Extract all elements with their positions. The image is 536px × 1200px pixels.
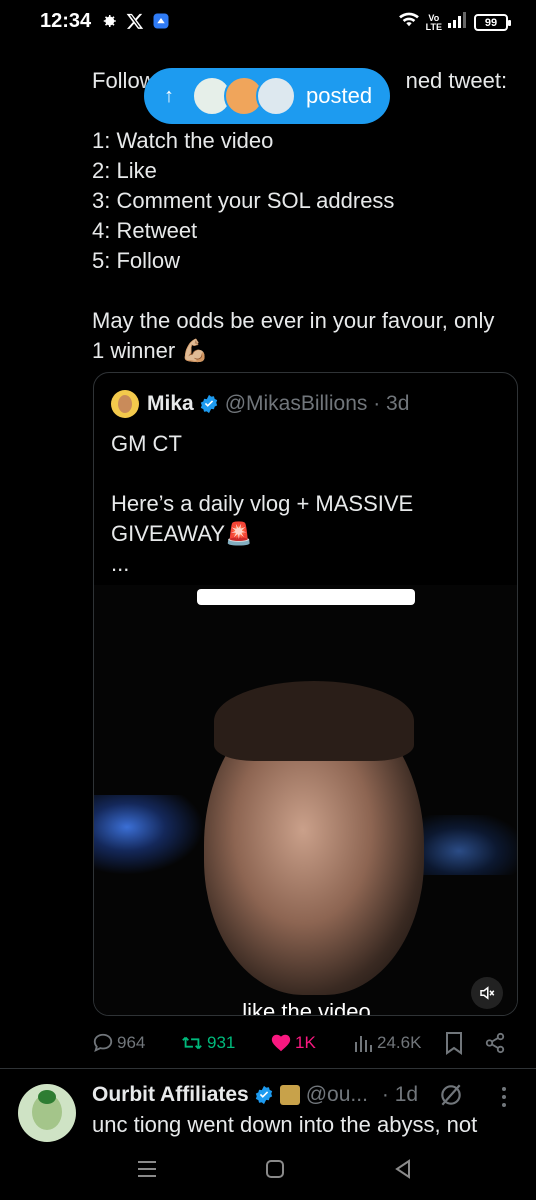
more-icon[interactable] <box>500 1086 508 1113</box>
affiliate-badge-icon <box>279 1085 300 1105</box>
retweet-button[interactable]: 931 <box>180 1028 235 1058</box>
system-navbar <box>0 1144 536 1200</box>
quoted-tweet-header: Mika @MikasBillions · 3d <box>111 389 409 419</box>
video-frame-hair <box>214 681 414 761</box>
avatar <box>256 76 296 116</box>
like-count: 1K <box>295 1033 316 1052</box>
battery-icon: 99 <box>474 14 511 31</box>
avatar[interactable] <box>18 1084 76 1142</box>
tweet-actions: 964 931 1K 24.6K <box>92 1028 512 1058</box>
divider <box>0 1068 536 1069</box>
verified-icon <box>254 1085 274 1105</box>
share-icon <box>485 1032 505 1054</box>
tweet-line: 1: Watch the video <box>92 128 274 153</box>
like-button[interactable]: 1K <box>270 1028 316 1058</box>
mute-button[interactable] <box>471 977 503 1009</box>
status-icons-right: Vo LTE 99 <box>398 11 511 34</box>
posted-avatars <box>192 76 296 116</box>
quoted-line: GM CT <box>111 431 182 456</box>
verified-icon <box>199 394 219 414</box>
video-player[interactable]: like the video <box>94 585 517 1016</box>
author-handle: @ou... <box>305 1083 368 1106</box>
quoted-line: Here’s a daily vlog + MASSIVE <box>111 491 414 516</box>
views-count: 24.6K <box>377 1033 422 1052</box>
views-icon <box>355 1036 372 1052</box>
grok-icon[interactable] <box>438 1082 464 1113</box>
author-name[interactable]: Ourbit Affiliates <box>92 1083 249 1107</box>
tweet-line: 2: Like <box>92 158 157 183</box>
tweet-line-gap <box>92 276 522 306</box>
video-background-lights <box>419 815 517 875</box>
reply-count: 964 <box>117 1033 146 1052</box>
tweet-line: 4: Retweet <box>92 218 198 243</box>
home-nav-icon[interactable] <box>264 1158 286 1185</box>
bookmark-button[interactable] <box>444 1028 464 1058</box>
views-button[interactable]: 24.6K <box>354 1028 421 1058</box>
posted-label: posted <box>306 83 373 108</box>
settings-icon <box>100 12 118 35</box>
quoted-author-handle: @MikasBillions · 3d <box>224 392 410 415</box>
quoted-line: ... <box>111 551 130 576</box>
like-icon <box>271 1034 291 1052</box>
retweet-count: 931 <box>207 1033 236 1052</box>
status-icons-left <box>100 12 170 35</box>
wifi-icon <box>398 11 420 34</box>
menu-nav-icon[interactable] <box>136 1158 158 1185</box>
tweet-line: 5: Follow <box>92 248 181 273</box>
reply-button[interactable]: 964 <box>92 1028 145 1058</box>
tweet-line: 3: Comment your SOL address <box>92 188 395 213</box>
arrow-up-icon: ↑ <box>164 84 174 107</box>
retweet-icon <box>182 1036 202 1050</box>
mute-icon <box>480 986 495 1000</box>
status-bar: 12:34 Vo LTE 99 <box>0 0 536 48</box>
next-tweet-header: Ourbit Affiliates @ou... · 1d <box>92 1080 418 1110</box>
tweet-line: 1 winner 💪🏼 <box>92 338 209 363</box>
quoted-line-gap <box>111 459 501 489</box>
app-icon <box>152 12 170 35</box>
tweet-time: · 1d <box>381 1083 419 1106</box>
status-time: 12:34 <box>40 10 92 32</box>
quoted-line: GIVEAWAY🚨 <box>111 521 253 546</box>
new-posts-pill[interactable]: ↑ posted <box>144 68 390 124</box>
quoted-tweet-text: GM CT Here’s a daily vlog + MASSIVE GIVE… <box>111 429 501 579</box>
video-caption: like the video <box>242 999 371 1016</box>
bookmark-icon <box>446 1032 462 1055</box>
signal-icon <box>448 12 468 33</box>
quoted-tweet[interactable]: Mika @MikasBillions · 3d GM CT Here’s a … <box>93 372 518 1016</box>
x-logo-icon <box>126 12 144 35</box>
tweet-line: May the odds be ever in your favour, onl… <box>92 308 495 333</box>
quoted-author-name[interactable]: Mika <box>147 392 194 416</box>
reply-icon <box>93 1033 113 1053</box>
volte-indicator: Vo LTE <box>425 12 442 32</box>
share-button[interactable] <box>484 1028 506 1058</box>
video-background-lights <box>94 795 204 875</box>
avatar[interactable] <box>111 390 139 418</box>
next-tweet-text: unc tiong went down into the abyss, not <box>92 1112 478 1137</box>
video-overlay-bar <box>197 589 415 605</box>
back-nav-icon[interactable] <box>392 1158 414 1185</box>
